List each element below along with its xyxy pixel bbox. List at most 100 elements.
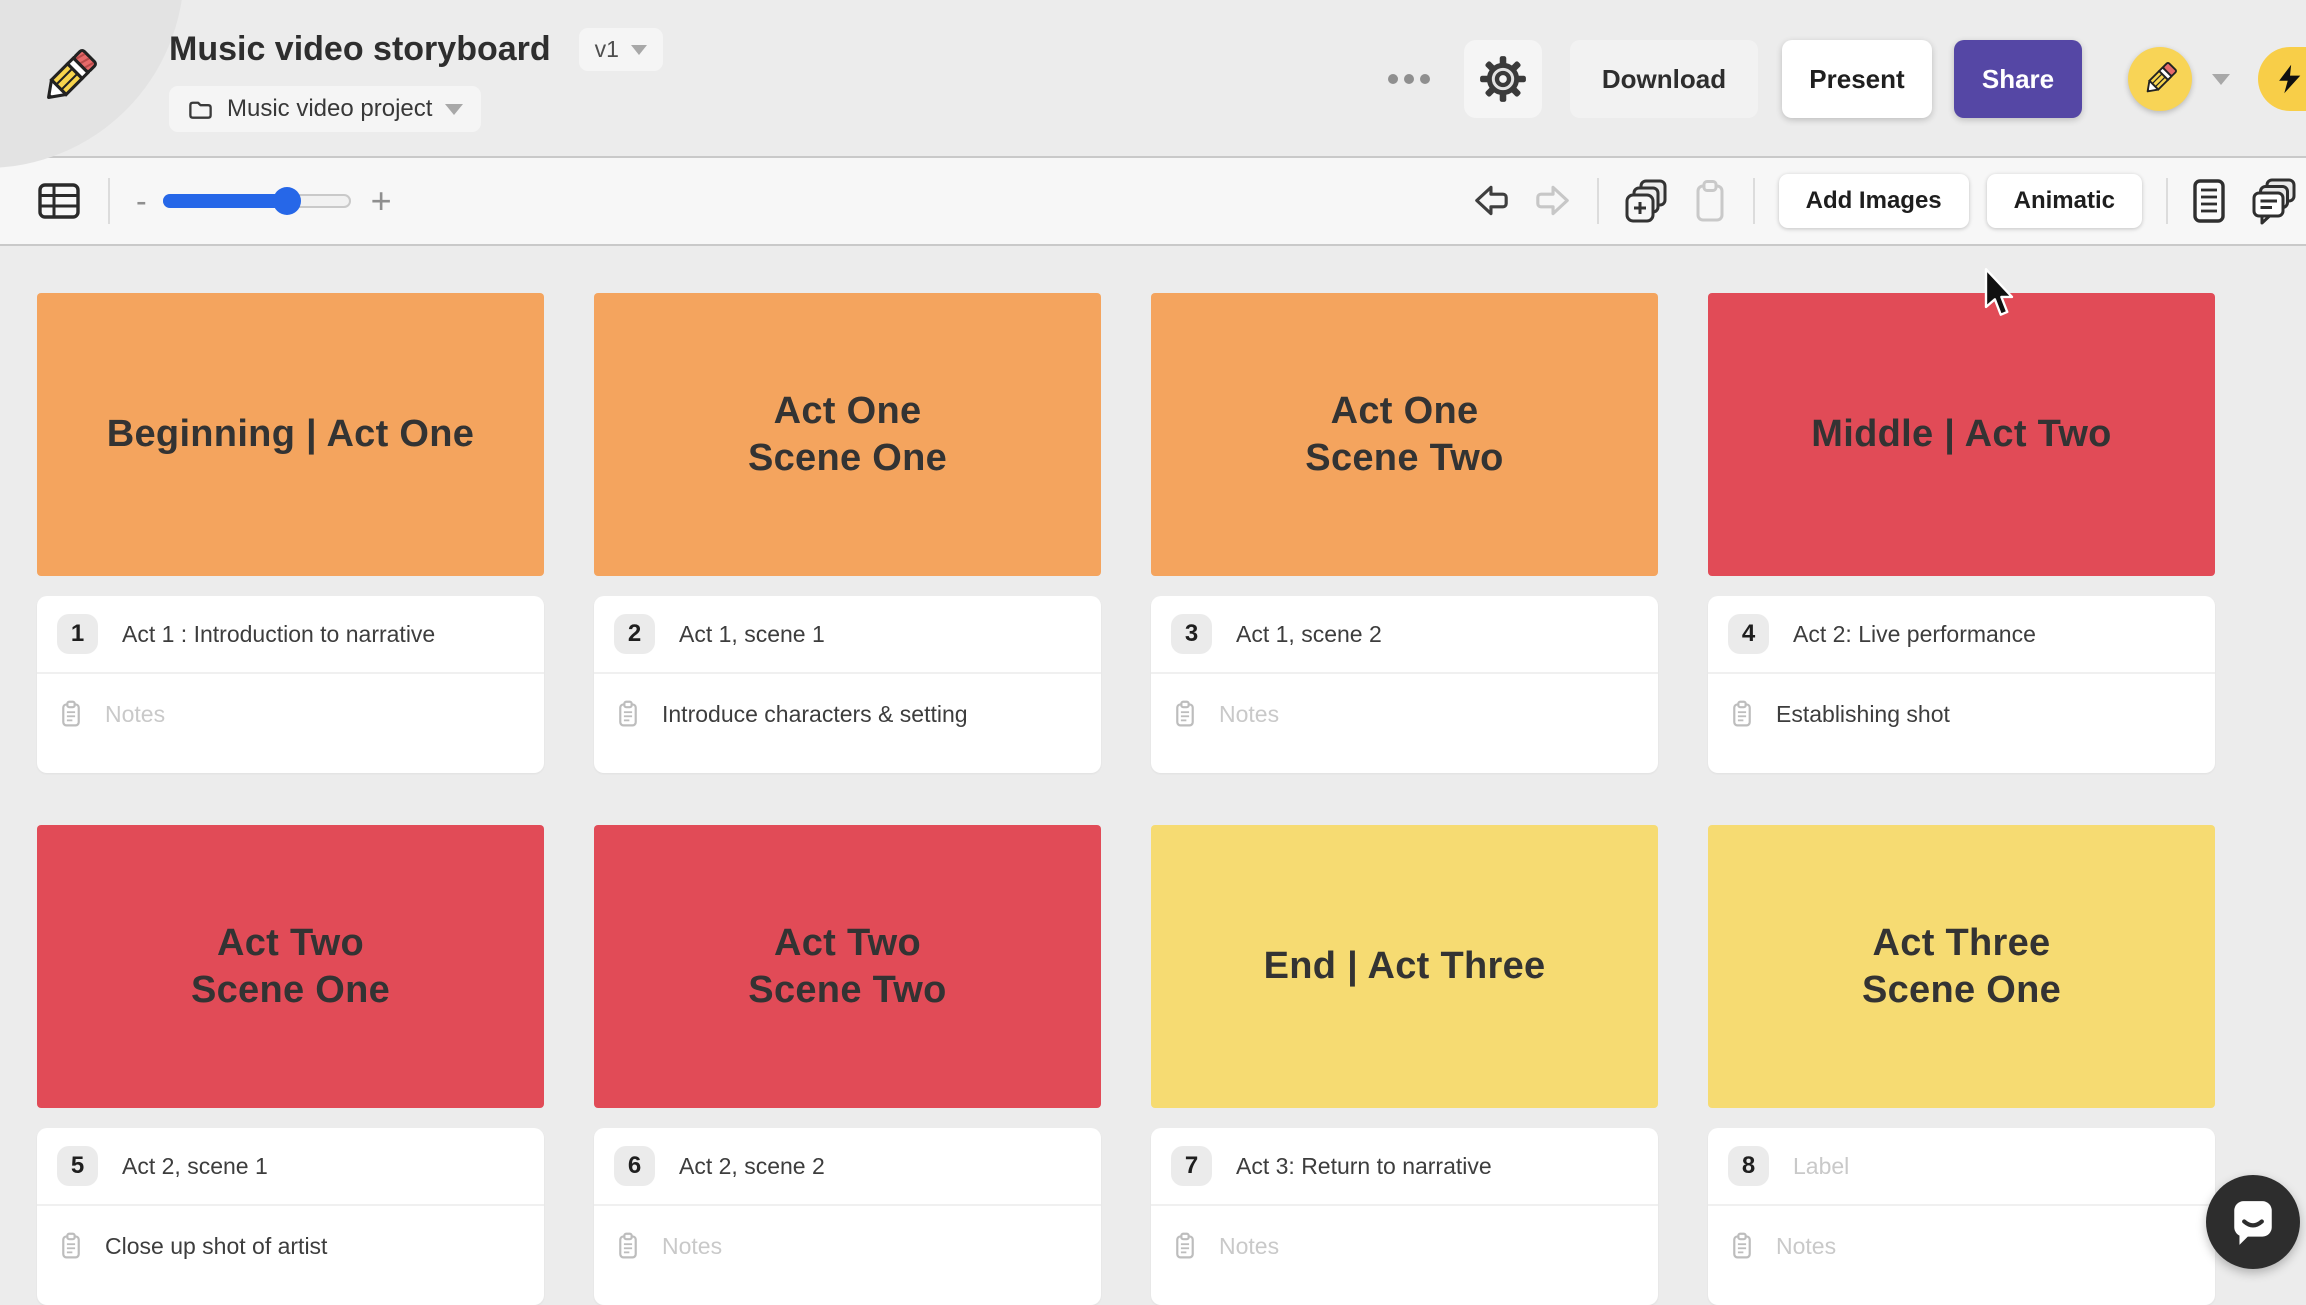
script-icon[interactable] [2190, 178, 2228, 224]
frame-label[interactable]: Act 2: Live performance [1793, 621, 2036, 648]
animatic-button[interactable]: Animatic [1986, 174, 2142, 228]
frame-title: Middle | Act Two [1811, 413, 2112, 456]
frames-grid: Beginning | Act One 1 Act 1 : Introducti… [0, 246, 2306, 1305]
frame-label-row[interactable]: 6 Act 2, scene 2 [594, 1128, 1101, 1206]
frame-cover[interactable]: Act Three Scene One [1708, 825, 2215, 1108]
frame-notes[interactable]: Notes [105, 701, 165, 728]
frame-label-row[interactable]: 1 Act 1 : Introduction to narrative [37, 596, 544, 674]
frame-title: End | Act Three [1263, 945, 1546, 988]
frame-info-card: 3 Act 1, scene 2 Notes [1151, 596, 1658, 773]
add-images-button[interactable]: Add Images [1778, 174, 1969, 228]
zoom-in-button[interactable]: + [371, 183, 392, 219]
frame-notes[interactable]: Notes [662, 1233, 722, 1260]
frame-cover[interactable]: Act Two Scene Two [594, 825, 1101, 1108]
frame-label-row[interactable]: 2 Act 1, scene 1 [594, 596, 1101, 674]
storyboard-frame: Beginning | Act One 1 Act 1 : Introducti… [37, 293, 544, 773]
version-dropdown[interactable]: v1 [578, 28, 663, 71]
chat-launcher-button[interactable] [2206, 1175, 2300, 1269]
toolbar-divider [1596, 178, 1599, 224]
frame-notes-row[interactable]: Notes [37, 674, 544, 758]
toolbar-divider [1752, 178, 1755, 224]
frame-label[interactable]: Act 1 : Introduction to narrative [122, 621, 435, 648]
frame-number-badge: 5 [57, 1146, 98, 1186]
frame-notes-row[interactable]: Notes [1708, 1206, 2215, 1290]
frame-label[interactable]: Act 1, scene 2 [1236, 621, 1382, 648]
undo-icon[interactable] [1471, 180, 1513, 222]
zoom-out-button[interactable]: - [136, 185, 147, 217]
folder-icon [187, 96, 214, 123]
frame-notes-row[interactable]: Notes [1151, 674, 1658, 758]
storyboard-frame: Act Two Scene One 5 Act 2, scene 1 Close [37, 825, 544, 1305]
frame-label[interactable]: Act 1, scene 1 [679, 621, 825, 648]
header-main: Music video storyboard v1 Music video pr… [169, 28, 663, 132]
share-button[interactable]: Share [1954, 40, 2082, 118]
zoom-slider-thumb[interactable] [272, 187, 301, 215]
pencil-logo-icon[interactable] [36, 44, 102, 110]
frame-info-card: 2 Act 1, scene 1 Introduce characters & … [594, 596, 1101, 773]
frame-cover[interactable]: Middle | Act Two [1708, 293, 2215, 576]
storyboard-frame: End | Act Three 7 Act 3: Return to narra… [1151, 825, 1658, 1305]
frame-title: Beginning | Act One [106, 413, 475, 456]
frame-notes-row[interactable]: Establishing shot [1708, 674, 2215, 758]
frame-label[interactable]: Act 3: Return to narrative [1236, 1153, 1492, 1180]
app-toolbar: - + Add Images Animatic [0, 158, 2306, 246]
frame-label[interactable]: Act 2, scene 2 [679, 1153, 825, 1180]
frame-info-card: 8 Label Notes [1708, 1128, 2215, 1305]
gear-icon [1479, 55, 1527, 103]
frame-number-badge: 4 [1728, 614, 1769, 654]
frame-label[interactable]: Act 2, scene 1 [122, 1153, 268, 1180]
frame-cover[interactable]: Act One Scene One [594, 293, 1101, 576]
frame-label-row[interactable]: 8 Label [1708, 1128, 2215, 1206]
frame-label-row[interactable]: 5 Act 2, scene 1 [37, 1128, 544, 1206]
frame-notes-row[interactable]: Introduce characters & setting [594, 674, 1101, 758]
chevron-down-icon[interactable] [2212, 73, 2230, 85]
storyboard-frame: Act Three Scene One 8 Label Notes [1708, 825, 2215, 1305]
redo-icon[interactable] [1531, 180, 1573, 222]
download-button[interactable]: Download [1570, 40, 1758, 118]
ellipsis-icon[interactable] [1380, 66, 1438, 92]
frame-notes-row[interactable]: Notes [594, 1206, 1101, 1290]
present-button[interactable]: Present [1782, 40, 1932, 118]
frame-notes[interactable]: Establishing shot [1776, 701, 1950, 728]
frame-notes[interactable]: Notes [1219, 701, 1279, 728]
frame-cover[interactable]: Act Two Scene One [37, 825, 544, 1108]
frame-notes-row[interactable]: Notes [1151, 1206, 1658, 1290]
version-label: v1 [594, 36, 619, 62]
frame-title: Act Three Scene One [1861, 922, 2062, 1011]
project-dropdown[interactable]: Music video project [169, 86, 482, 132]
avatar[interactable] [2128, 47, 2192, 111]
frame-label-row[interactable]: 7 Act 3: Return to narrative [1151, 1128, 1658, 1206]
clipboard-icon [618, 1232, 638, 1260]
chevron-down-icon [445, 103, 464, 115]
frame-label-row[interactable]: 4 Act 2: Live performance [1708, 596, 2215, 674]
frame-cover[interactable]: Beginning | Act One [37, 293, 544, 576]
frame-notes[interactable]: Notes [1219, 1233, 1279, 1260]
upgrade-button[interactable] [2258, 47, 2306, 111]
frame-info-card: 1 Act 1 : Introduction to narrative Note… [37, 596, 544, 773]
frame-notes[interactable]: Notes [1776, 1233, 1836, 1260]
storyboard-title[interactable]: Music video storyboard [169, 30, 551, 69]
chevron-down-icon [630, 44, 647, 55]
frame-label-row[interactable]: 3 Act 1, scene 2 [1151, 596, 1658, 674]
frame-notes[interactable]: Close up shot of artist [105, 1233, 327, 1260]
settings-button[interactable] [1464, 40, 1542, 118]
frame-title: Act Two Scene Two [748, 922, 947, 1011]
comments-icon[interactable] [2250, 177, 2298, 225]
app-header: Music video storyboard v1 Music video pr… [0, 0, 2306, 168]
duplicate-frames-icon[interactable] [1623, 178, 1669, 224]
zoom-slider[interactable] [162, 187, 351, 215]
table-view-icon[interactable] [36, 178, 82, 224]
zoom-slider-fill [162, 194, 287, 208]
frame-notes-row[interactable]: Close up shot of artist [37, 1206, 544, 1290]
paste-icon[interactable] [1691, 178, 1729, 224]
lightning-icon [2274, 63, 2306, 95]
frame-number-badge: 8 [1728, 1146, 1769, 1186]
toolbar-right: Add Images Animatic [1471, 174, 2306, 228]
frame-label[interactable]: Label [1793, 1153, 1849, 1180]
project-name: Music video project [227, 95, 433, 122]
frame-notes[interactable]: Introduce characters & setting [662, 701, 968, 728]
frame-cover[interactable]: Act One Scene Two [1151, 293, 1658, 576]
frame-cover[interactable]: End | Act Three [1151, 825, 1658, 1108]
clipboard-icon [1175, 700, 1195, 728]
frame-number-badge: 3 [1171, 614, 1212, 654]
